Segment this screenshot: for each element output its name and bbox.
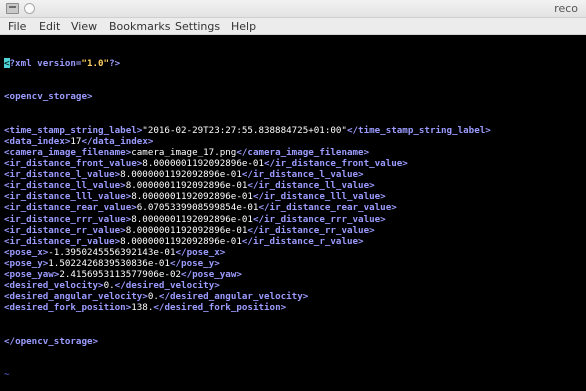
menu-bar: File Edit View Bookmarks Settings Help xyxy=(0,18,586,35)
xml-declaration-end: ?> xyxy=(109,58,121,70)
xml-close-tag: </pose_y> xyxy=(169,257,220,269)
xml-field-value: 8.0000001192092896e-01 xyxy=(120,235,242,247)
xml-close-tag: </ir_distance_rear_value> xyxy=(258,202,397,214)
xml-field-value: 0. xyxy=(147,291,159,303)
xml-field-line: <pose_yaw>2.4156953113577906e-02</pose_y… xyxy=(4,269,586,280)
xml-field-line: <ir_distance_rr_value>8.0000001192092896… xyxy=(4,225,586,236)
xml-close-tag: </ir_distance_rrr_value> xyxy=(252,213,386,225)
xml-close-tag: </desired_angular_velocity> xyxy=(158,291,309,303)
window-titlebar: reco xyxy=(0,0,586,18)
xml-open-tag: <camera_image_filename> xyxy=(4,146,132,158)
xml-close-tag: </ir_distance_r_value> xyxy=(241,235,364,247)
xml-open-tag: <ir_distance_r_value> xyxy=(4,235,121,247)
root-open-tag: <opencv_storage> xyxy=(4,91,93,103)
xml-field-value: 138. xyxy=(131,302,154,314)
xml-field-line: <camera_image_filename>camera_image_17.p… xyxy=(4,147,586,158)
xml-declaration: ?xml version= xyxy=(9,58,82,70)
xml-field-value: 6.0705339908599854e-01 xyxy=(136,202,259,214)
xml-field-line: <pose_y>1.5022426839530836e-01</pose_y> xyxy=(4,258,586,269)
xml-close-tag: </time_stamp_string_label> xyxy=(346,124,491,136)
menu-bookmarks[interactable]: Bookmarks xyxy=(109,20,170,33)
xml-open-tag: <desired_velocity> xyxy=(4,280,104,292)
xml-field-line: <pose_x>-1.3950245556392143e-01</pose_x> xyxy=(4,247,586,258)
xml-open-tag: <pose_y> xyxy=(4,257,49,269)
xml-field-line: <ir_distance_rrr_value>8.000000119209289… xyxy=(4,214,586,225)
window-title: reco xyxy=(554,2,578,15)
xml-close-tag: </data_index> xyxy=(81,135,154,147)
xml-close-tag: </ir_distance_l_value> xyxy=(241,169,364,181)
menu-file[interactable]: File xyxy=(8,20,26,33)
root-close-tag: </opencv_storage> xyxy=(4,335,99,347)
tilde-marker: ~ xyxy=(4,368,10,380)
xml-close-tag: </ir_distance_lll_value> xyxy=(252,191,386,203)
xml-field-value: 2.4156953113577906e-02 xyxy=(59,268,182,280)
xml-field-value: camera_image_17.png xyxy=(131,146,237,158)
xml-open-tag: <pose_x> xyxy=(4,246,49,258)
menu-settings[interactable]: Settings xyxy=(175,20,220,33)
xml-open-tag: <desired_fork_position> xyxy=(4,302,132,314)
xml-field-value: 8.0000001192092896e-01 xyxy=(120,169,242,181)
xml-open-tag: <ir_distance_l_value> xyxy=(4,169,121,181)
xml-field-line: <ir_distance_front_value>8.0000001192092… xyxy=(4,158,586,169)
xml-field-value: "2016-02-29T23:27:55.838884725+01:00" xyxy=(142,124,347,136)
xml-field-value: 1.5022426839530836e-01 xyxy=(48,257,170,269)
xml-close-tag: </desired_velocity> xyxy=(114,280,220,292)
xml-field-value: 0. xyxy=(103,280,115,292)
xml-open-tag: <ir_distance_lll_value> xyxy=(4,191,132,203)
xml-field-line: <ir_distance_lll_value>8.000000119209289… xyxy=(4,191,586,202)
xml-close-tag: </ir_distance_ll_value> xyxy=(247,180,375,192)
xml-field-value: 8.0000001192092896e-01 xyxy=(131,191,253,203)
xml-close-tag: </pose_x> xyxy=(175,246,226,258)
xml-open-tag: <ir_distance_rrr_value> xyxy=(4,213,132,225)
xml-field-line: <data_index>17</data_index> xyxy=(4,136,586,147)
xml-field-line: <desired_angular_velocity>0.</desired_an… xyxy=(4,291,586,302)
root-open-line: <opencv_storage> xyxy=(4,91,586,102)
root-close-line: </opencv_storage> xyxy=(4,336,586,347)
xml-close-tag: </ir_distance_front_value> xyxy=(264,158,408,170)
xml-field-value: 17 xyxy=(70,135,82,147)
menu-edit[interactable]: Edit xyxy=(39,20,60,33)
xml-open-tag: <data_index> xyxy=(4,135,71,147)
xml-field-value: 8.0000001192092896e-01 xyxy=(142,158,264,170)
xml-close-tag: </camera_image_filename> xyxy=(236,146,370,158)
terminal-editor[interactable]: <?xml version="1.0"?> <opencv_storage> <… xyxy=(0,35,586,380)
xml-close-tag: </desired_fork_position> xyxy=(153,302,287,314)
xml-declaration-line: <?xml version="1.0"?> xyxy=(4,58,586,69)
xml-open-tag: <time_stamp_string_label> xyxy=(4,124,143,136)
xml-open-tag: <ir_distance_rr_value> xyxy=(4,224,126,236)
xml-field-value: 8.0000001192092896e-01 xyxy=(131,213,253,225)
xml-field-line: <desired_velocity>0.</desired_velocity> xyxy=(4,280,586,291)
xml-field-value: 8.0000001192092896e-01 xyxy=(125,224,248,236)
xml-close-tag: </pose_yaw> xyxy=(181,268,242,280)
xml-open-tag: <ir_distance_front_value> xyxy=(4,158,143,170)
xml-field-line: <time_stamp_string_label>"2016-02-29T23:… xyxy=(4,125,586,136)
xml-open-tag: <ir_distance_rear_value> xyxy=(4,202,137,214)
menu-view[interactable]: View xyxy=(71,20,97,33)
menu-help[interactable]: Help xyxy=(231,20,256,33)
terminal-app-icon[interactable] xyxy=(6,3,19,14)
empty-line-marker: ~ xyxy=(4,369,586,380)
xml-field-value: 8.0000001192092896e-01 xyxy=(125,180,248,192)
xml-field-line: <ir_distance_ll_value>8.0000001192092896… xyxy=(4,180,586,191)
xml-close-tag: </ir_distance_rr_value> xyxy=(247,224,375,236)
xml-field-line: <ir_distance_r_value>8.0000001192092896e… xyxy=(4,236,586,247)
xml-field-line: <desired_fork_position>138.</desired_for… xyxy=(4,302,586,313)
window-pin-icon[interactable] xyxy=(24,3,35,14)
xml-open-tag: <desired_angular_velocity> xyxy=(4,291,148,303)
xml-field-line: <ir_distance_l_value>8.0000001192092896e… xyxy=(4,169,586,180)
xml-open-tag: <ir_distance_ll_value> xyxy=(4,180,126,192)
xml-fields: <time_stamp_string_label>"2016-02-29T23:… xyxy=(4,125,586,314)
xml-field-line: <ir_distance_rear_value>6.07053399085998… xyxy=(4,202,586,213)
xml-open-tag: <pose_yaw> xyxy=(4,268,60,280)
xml-version-value: "1.0" xyxy=(81,58,110,70)
xml-field-value: -1.3950245556392143e-01 xyxy=(48,246,176,258)
